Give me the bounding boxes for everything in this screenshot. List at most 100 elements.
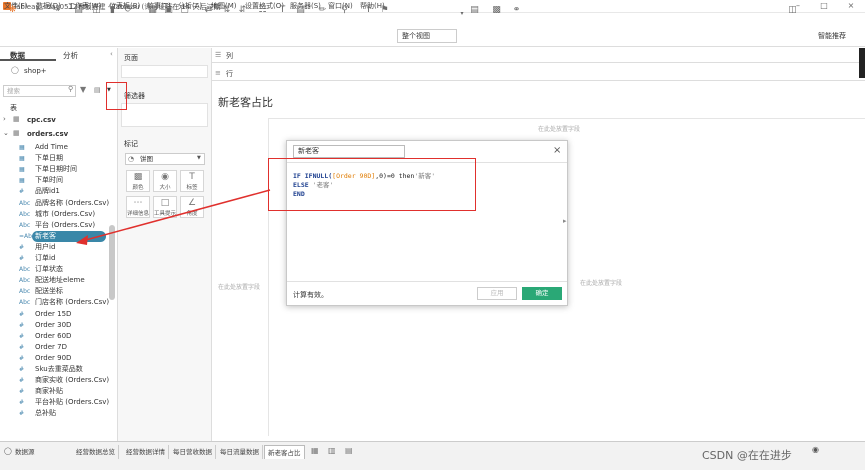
number-icon: # (19, 321, 25, 329)
view-options-icon[interactable]: ▤ (94, 86, 101, 94)
filters-shelf[interactable] (121, 103, 208, 127)
field-item[interactable]: Abc 配送地址eleme (0, 275, 109, 286)
field-item[interactable]: ▦ 下单日期时间 (0, 164, 109, 175)
field-item[interactable]: # 商家补贴 (0, 386, 109, 397)
tab-data[interactable]: 数据 (10, 50, 25, 61)
clear-sheet-icon[interactable]: ▢ (178, 4, 191, 17)
group-icon[interactable]: ☷ (256, 4, 269, 17)
expand-functions-icon[interactable]: ▸ (563, 217, 567, 225)
field-item[interactable]: ▦ 下单日期 (0, 153, 109, 164)
filter-icon[interactable]: ▼ (80, 85, 86, 94)
columns-shelf[interactable] (212, 48, 865, 63)
undo-icon[interactable]: ← (33, 4, 46, 17)
save-icon[interactable]: ▤ (72, 4, 85, 17)
field-item[interactable]: # Order 7D (0, 342, 109, 353)
field-item[interactable]: # Order 15D (0, 309, 109, 320)
tab-sheet-1[interactable]: 经营数据总览 (73, 445, 119, 459)
pages-shelf[interactable] (121, 65, 208, 78)
number-icon: # (19, 377, 25, 385)
field-item[interactable]: # 平台补贴 (Orders.Csv) (0, 397, 109, 408)
field-label: 新老客 (35, 231, 56, 240)
swap-icon[interactable]: ⇄ (202, 4, 215, 17)
collapse-arrow-icon[interactable]: ⌄ (3, 129, 9, 137)
field-label: Add Time (35, 143, 68, 151)
redo-icon[interactable]: → (50, 4, 63, 17)
paperclip-icon[interactable]: ⚲ (338, 4, 351, 17)
tab-analysis[interactable]: 分析 (63, 50, 78, 61)
number-icon: # (19, 410, 25, 418)
field-label: 平台补贴 (Orders.Csv) (35, 398, 110, 407)
number-icon: # (19, 399, 25, 407)
labels-icon[interactable]: T (276, 4, 289, 17)
view-size-select[interactable]: 整个视图 (397, 29, 457, 43)
number-icon: # (19, 354, 25, 362)
smart-recommend-button[interactable]: 智能推荐 (818, 31, 846, 41)
smart-recommend-icon[interactable]: ◫ (786, 4, 799, 17)
presentation-icon[interactable]: ▩ (490, 4, 503, 17)
table-icon: ▦ (13, 115, 20, 123)
watermark: CSDN @在在进步 (702, 449, 792, 462)
columns-drop-hint: 在此处放置字段 (538, 126, 581, 133)
new-sheet-icon[interactable]: ▦ (146, 4, 159, 17)
pause-icon[interactable]: ▮ (106, 4, 119, 17)
new-datasource-icon[interactable]: ◫ (90, 4, 103, 17)
tab-sheet-2[interactable]: 经营数据详情 (123, 445, 169, 459)
field-search-input[interactable]: 搜索 (3, 85, 76, 97)
new-dashboard-icon[interactable]: ▥ (328, 446, 336, 455)
ok-button[interactable]: 确定 (522, 287, 562, 300)
fix-axes-icon[interactable]: ▤ (294, 4, 307, 17)
rows-shelf[interactable] (212, 66, 865, 81)
tableau-home-icon[interactable]: ❋ (6, 4, 19, 17)
label-icon: T (189, 172, 195, 182)
apply-button[interactable]: 应用 (477, 287, 517, 300)
tables-label: 表 (10, 104, 17, 112)
mark-type-select[interactable]: 饼图 (125, 153, 205, 165)
field-label: 用户id (35, 242, 56, 251)
tab-sheet-3[interactable]: 每日营收数据 (170, 445, 216, 459)
field-item[interactable]: # Order 30D (0, 320, 109, 331)
maximize-icon[interactable]: □ (818, 1, 830, 11)
chevron-down-icon: ▾ (460, 10, 464, 17)
filters-card-title: 筛选器 (124, 92, 145, 100)
date-icon: ▦ (19, 155, 25, 163)
close-icon[interactable]: × (553, 145, 561, 156)
sort-asc-icon[interactable]: ⇅ (220, 4, 233, 17)
field-label: 订单id (35, 254, 56, 262)
field-item[interactable]: Abc 订单状态 (0, 264, 109, 275)
duplicate-icon[interactable]: ▣ (162, 4, 175, 17)
field-item[interactable]: Abc 门店名称 (Orders.Csv) (0, 297, 109, 308)
sort-desc-icon[interactable]: ⇵ (236, 4, 249, 17)
field-item[interactable]: # Order 90D (0, 353, 109, 364)
datasource-name[interactable]: shop+ (24, 67, 47, 75)
tab-sheet-5[interactable]: 新老客占比 (264, 445, 305, 459)
expand-arrow-icon[interactable]: › (3, 115, 6, 123)
text-icon[interactable]: T (362, 4, 375, 17)
number-icon: # (19, 255, 25, 262)
table-cpc[interactable]: cpc.csv (27, 116, 56, 124)
field-item[interactable]: # Order 60D (0, 331, 109, 342)
field-item[interactable]: # Sku去重菜品数 (0, 364, 109, 375)
cards-toggle-icon[interactable]: ▤ (468, 4, 481, 17)
refresh-icon[interactable]: ⟳ (122, 4, 135, 17)
field-item[interactable]: # 商家实收 (Orders.Csv) (0, 375, 109, 386)
field-item[interactable]: # 总补贴 (0, 408, 109, 419)
share-icon[interactable]: ⚭ (510, 4, 523, 17)
calculated-field-icon: =Abc (19, 232, 36, 240)
new-worksheet-icon[interactable]: ▦ (311, 446, 319, 455)
field-item[interactable]: Abc 配送坐标 (0, 286, 109, 297)
date-icon: ▦ (19, 177, 25, 185)
calc-name-input[interactable]: 新老客 (293, 145, 405, 158)
tab-datasource[interactable]: 数据源 (12, 445, 38, 459)
pin-icon[interactable]: ⚑ (378, 4, 391, 17)
table-orders[interactable]: orders.csv (27, 130, 68, 138)
view-scrollbar[interactable] (859, 48, 865, 78)
collapse-pane-icon[interactable]: ‹ (110, 50, 113, 58)
close-window-icon[interactable]: × (845, 1, 857, 11)
new-story-icon[interactable]: ▤ (345, 446, 353, 455)
field-item[interactable]: ▦ Add Time (0, 142, 109, 153)
number-icon: # (19, 310, 25, 318)
field-label: Order 7D (35, 342, 67, 351)
annotation-arrow (76, 189, 271, 245)
highlight-icon[interactable]: ✏ (316, 4, 329, 17)
tab-sheet-4[interactable]: 每日流量数据 (217, 445, 263, 459)
